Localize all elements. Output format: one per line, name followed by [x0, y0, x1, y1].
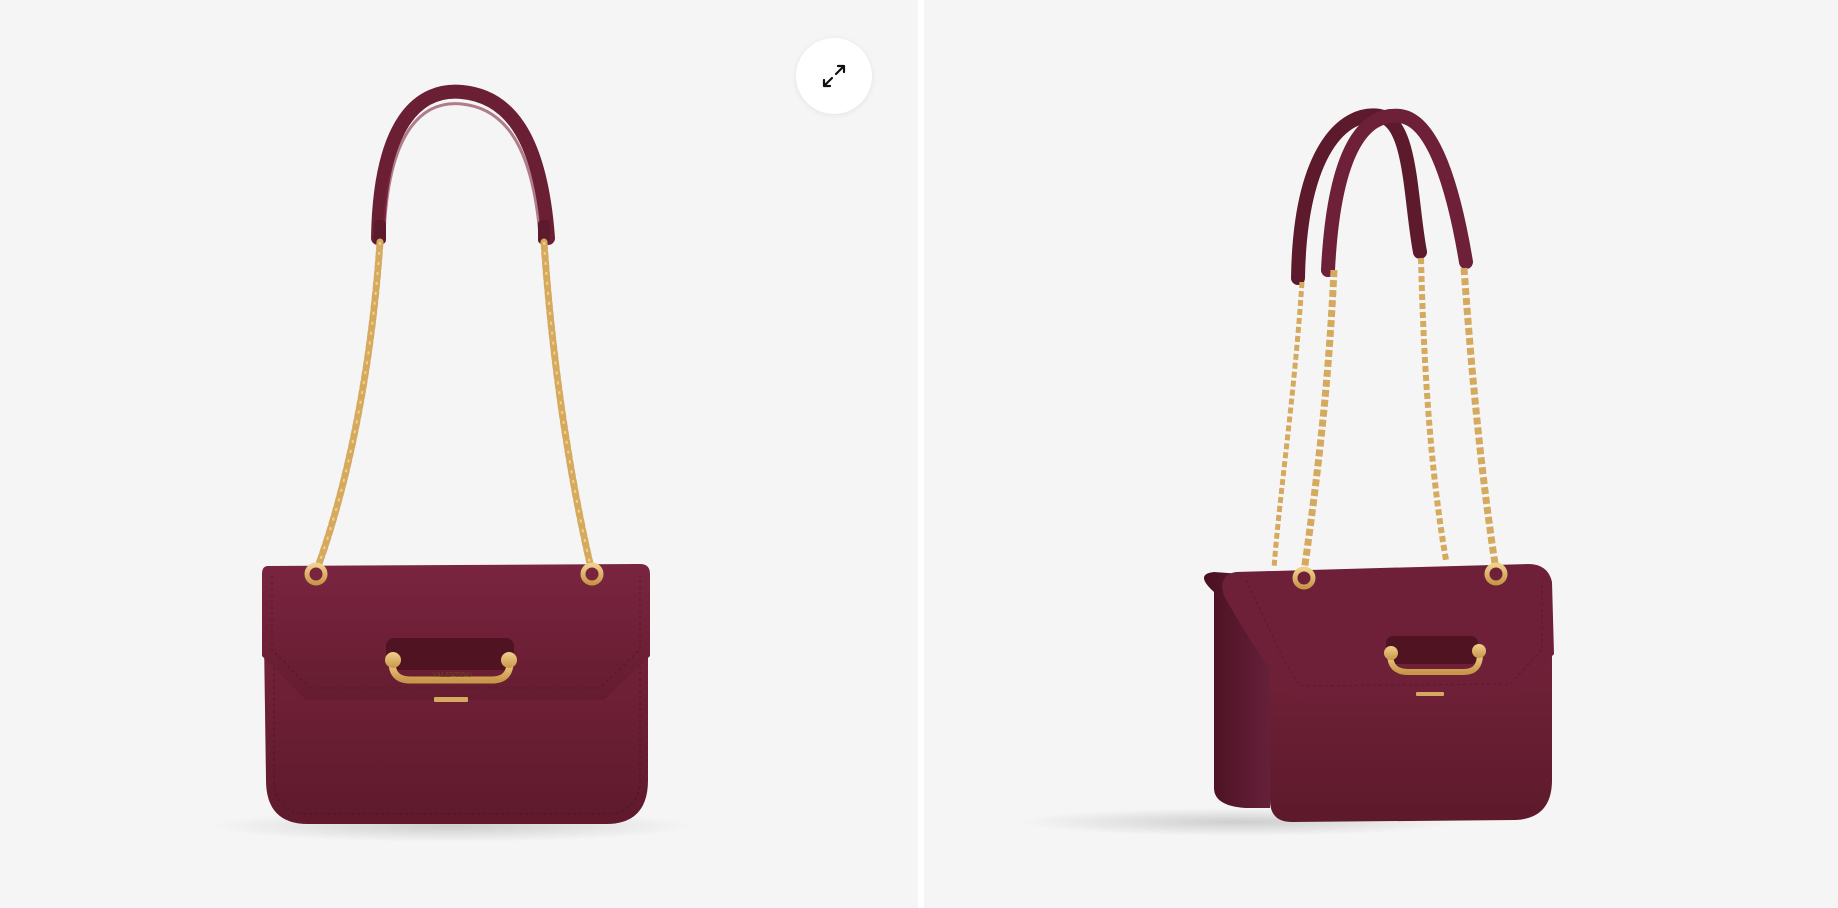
product-gallery: VALENTINO — [0, 0, 1838, 908]
expand-arrows-icon — [822, 64, 846, 88]
product-image-angle — [1020, 108, 1554, 836]
gallery-image-angle[interactable] — [924, 0, 1838, 908]
gallery-image-front[interactable]: VALENTINO — [0, 0, 918, 908]
product-image-front: VALENTINO — [212, 84, 692, 842]
bag-logo-text: VALENTINO — [432, 671, 472, 679]
expand-button[interactable] — [796, 38, 872, 114]
